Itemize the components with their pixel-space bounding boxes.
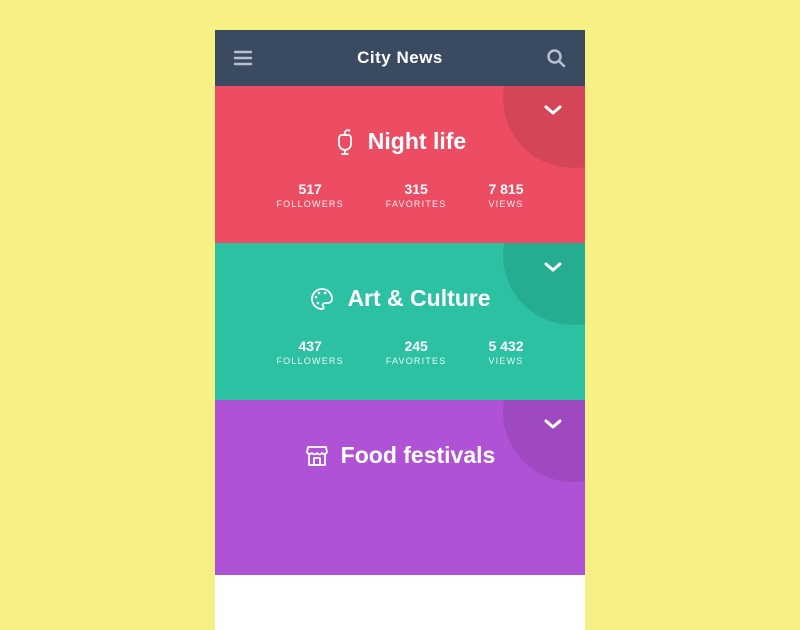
card-title: Food festivals [341, 442, 496, 469]
stat-followers: 437 FOLLOWERS [276, 338, 343, 366]
chevron-down-icon[interactable] [543, 261, 563, 273]
drink-icon [334, 129, 356, 155]
card-corner [503, 86, 585, 168]
card-corner [503, 243, 585, 325]
page-title: City News [357, 48, 443, 68]
category-card-food[interactable]: Food festivals [215, 400, 585, 575]
menu-icon[interactable] [233, 47, 255, 69]
app-screen: City News Night life [215, 30, 585, 630]
stat-views: 7 815 VIEWS [488, 181, 523, 209]
search-icon[interactable] [545, 47, 567, 69]
category-card-art[interactable]: Art & Culture 437 FOLLOWERS 245 FAVORITE… [215, 243, 585, 400]
card-title: Art & Culture [347, 285, 490, 312]
card-stats: 517 FOLLOWERS 315 FAVORITES 7 815 VIEWS [239, 181, 561, 209]
stat-views: 5 432 VIEWS [488, 338, 523, 366]
palette-icon [309, 287, 335, 311]
card-stats: 437 FOLLOWERS 245 FAVORITES 5 432 VIEWS [239, 338, 561, 366]
stat-favorites: 315 FAVORITES [386, 181, 447, 209]
card-corner [503, 400, 585, 482]
navbar: City News [215, 30, 585, 86]
store-icon [305, 445, 329, 467]
stat-followers: 517 FOLLOWERS [276, 181, 343, 209]
stat-favorites: 245 FAVORITES [386, 338, 447, 366]
chevron-down-icon[interactable] [543, 104, 563, 116]
chevron-down-icon[interactable] [543, 418, 563, 430]
category-card-nightlife[interactable]: Night life 517 FOLLOWERS 315 FAVORITES 7… [215, 86, 585, 243]
card-title: Night life [368, 128, 466, 155]
